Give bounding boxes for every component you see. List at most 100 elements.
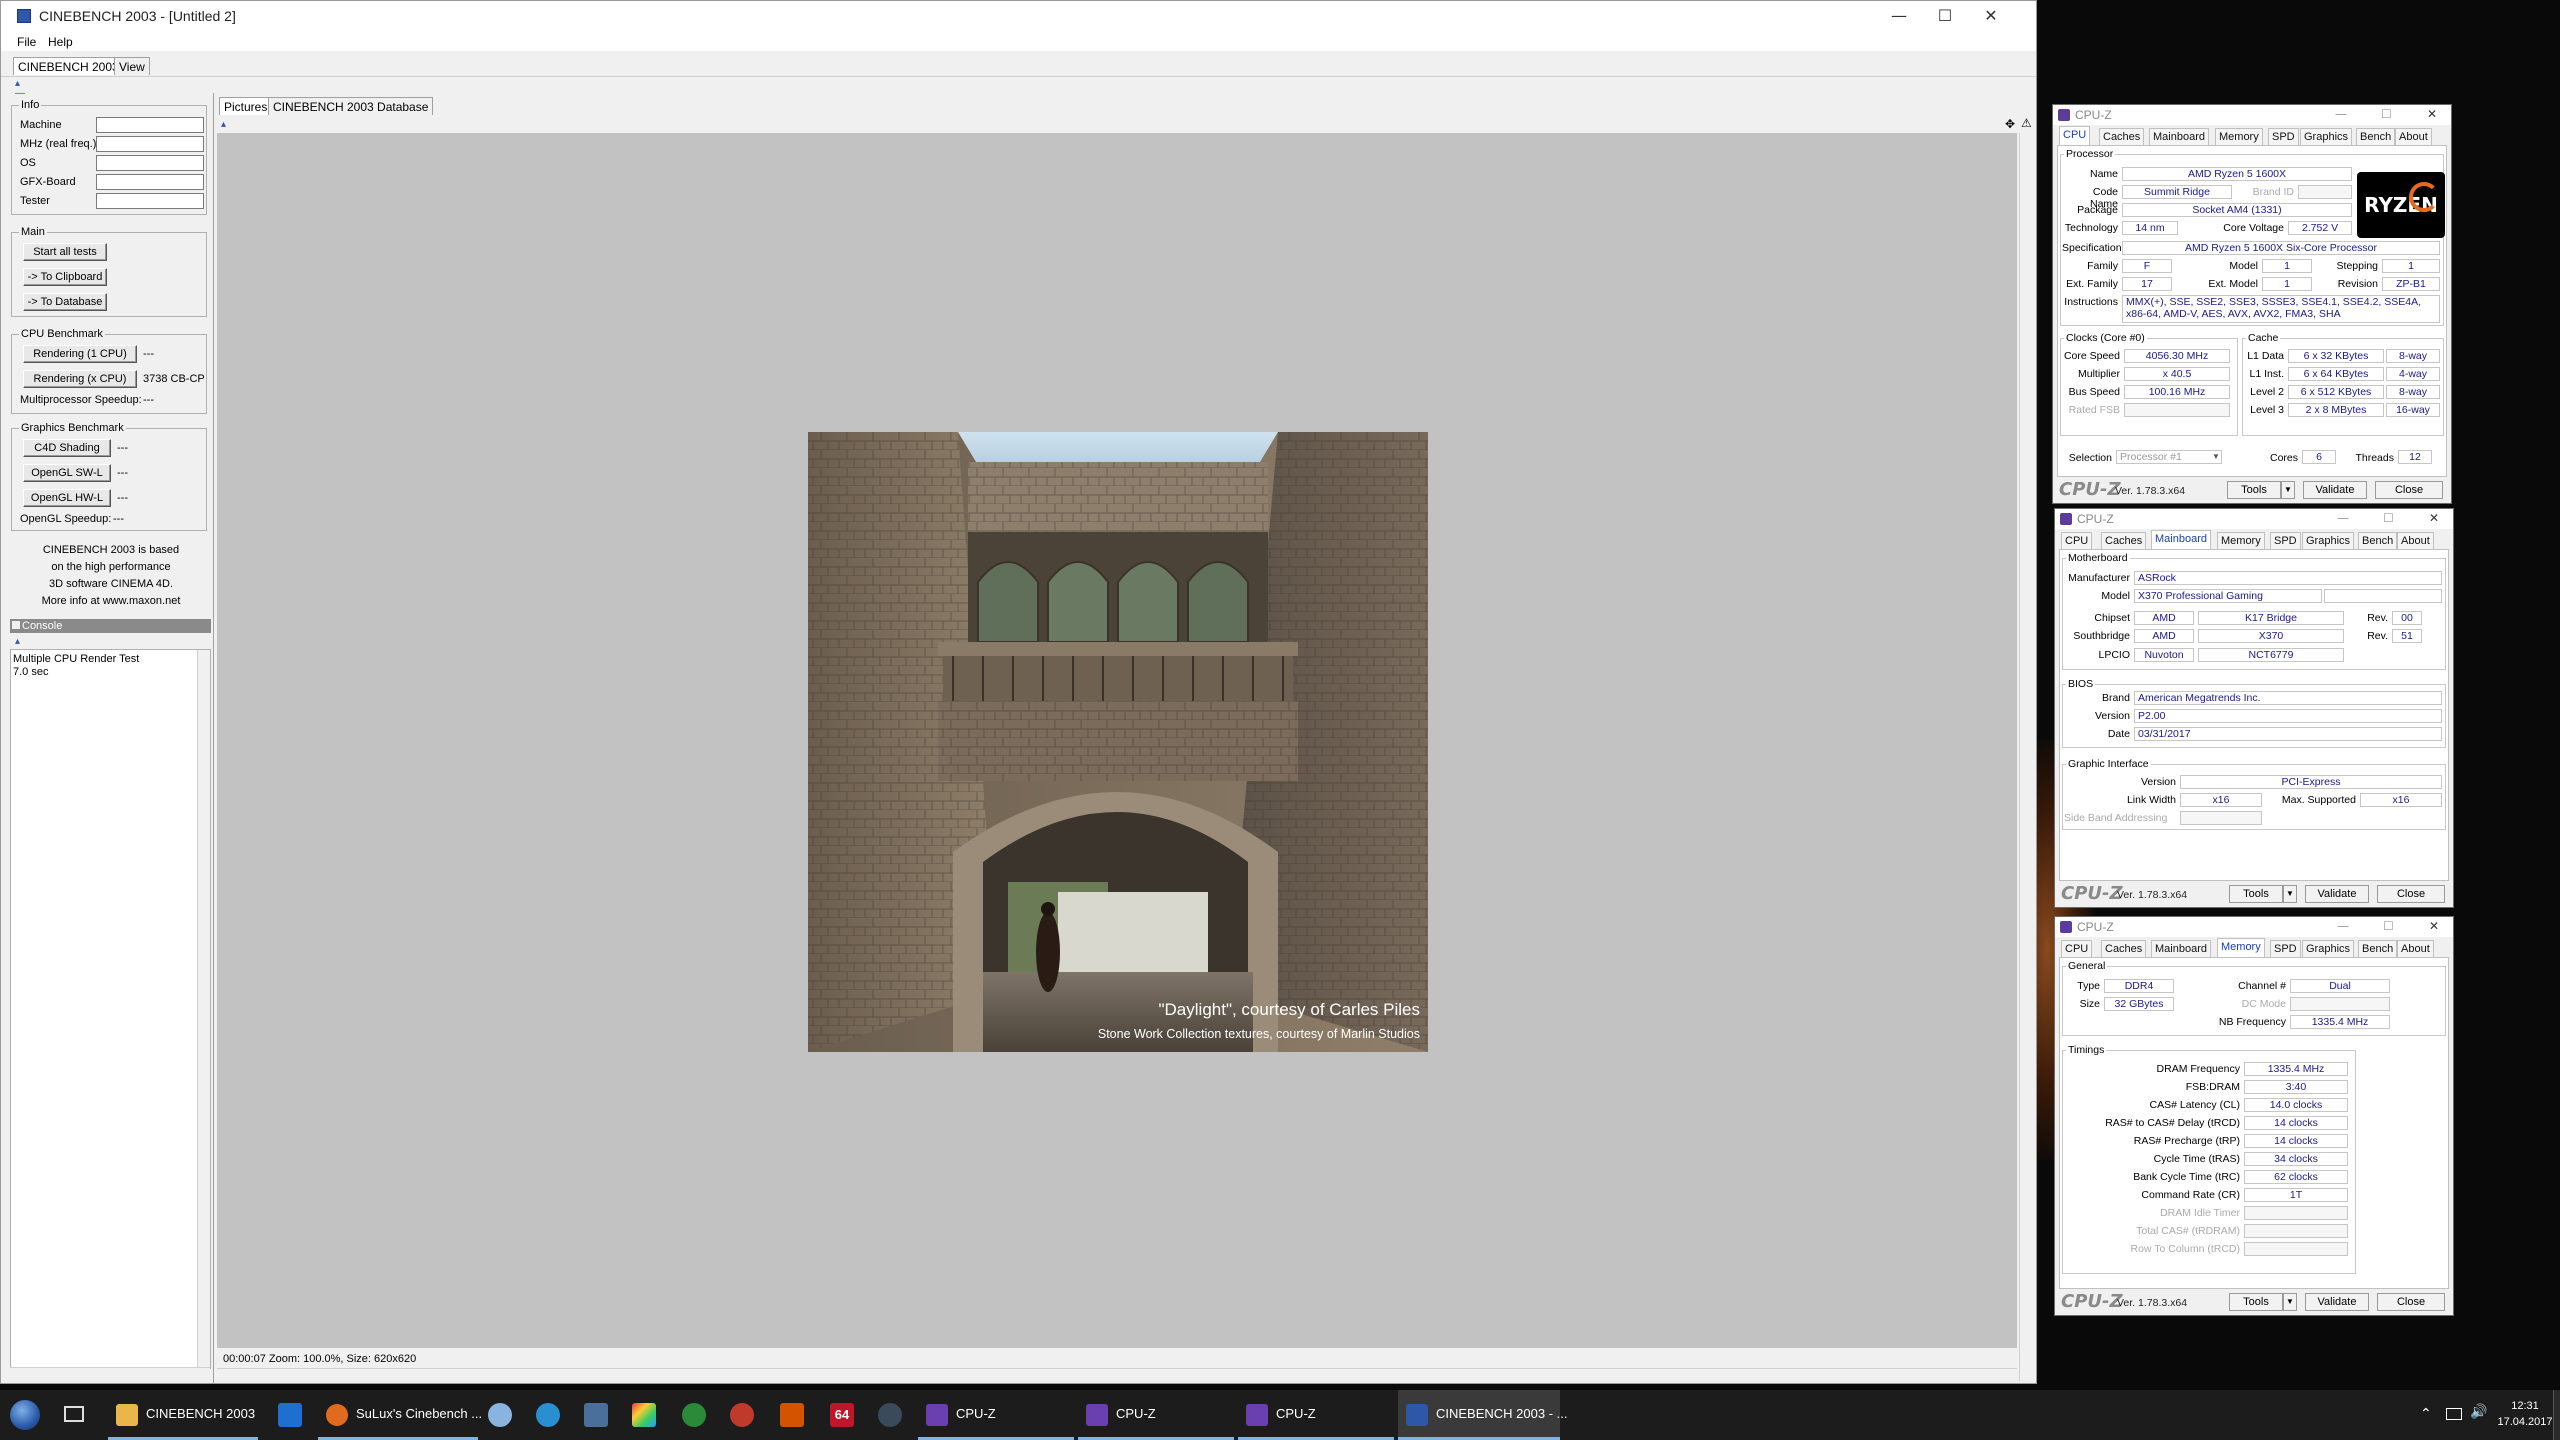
tab-cpu[interactable]: CPU [2059, 126, 2091, 145]
minimize-icon[interactable]: — [1876, 1, 1922, 31]
viewport-hscrollbar[interactable] [217, 1368, 2017, 1382]
close-button[interactable]: Close [2377, 885, 2445, 903]
render-xcpu-button[interactable]: Rendering (x CPU) [23, 370, 137, 388]
minimize-icon[interactable]: — [2335, 107, 2347, 121]
maximize-icon[interactable]: ☐ [2383, 511, 2394, 525]
tab-about[interactable]: About [2395, 128, 2432, 145]
tab-bench[interactable]: Bench [2356, 128, 2396, 145]
taskbar-item-firefox[interactable]: SuLux's Cinebench ... [318, 1390, 482, 1440]
taskbar-item-cpuz-2[interactable]: CPU-Z [1078, 1390, 1234, 1440]
tab-bench[interactable]: Bench [2358, 532, 2398, 549]
steam-icon[interactable] [584, 1403, 608, 1427]
opengl-hwl-button[interactable]: OpenGL HW-L [23, 489, 111, 507]
tab-cinebench[interactable]: CINEBENCH 2003 [13, 57, 124, 75]
opengl-swl-button[interactable]: OpenGL SW-L [23, 464, 111, 482]
taskbar-item-cpuz-3[interactable]: CPU-Z [1238, 1390, 1394, 1440]
minimize-icon[interactable]: — [2337, 919, 2349, 933]
selection-chevron-down-icon[interactable]: ▼ [2212, 452, 2220, 461]
console-titlebar[interactable]: Console [10, 619, 211, 633]
cinebench-titlebar[interactable]: CINEBENCH 2003 - [Untitled 2] — ☐ ✕ [1, 1, 2036, 31]
tab-graphics[interactable]: Graphics [2302, 940, 2355, 957]
os-field[interactable] [96, 155, 204, 171]
tools-chevron-down-icon[interactable]: ▼ [2283, 885, 2297, 903]
network-icon[interactable] [2446, 1408, 2462, 1420]
volume-icon[interactable]: 🔊 [2470, 1404, 2487, 1420]
taskbar-item-cpuz-1[interactable]: CPU-Z [918, 1390, 1074, 1440]
machine-field[interactable] [96, 117, 204, 133]
tools-button[interactable]: Tools [2229, 885, 2283, 903]
close-icon[interactable]: ✕ [2429, 511, 2439, 525]
show-desktop-button[interactable] [2553, 1390, 2560, 1440]
tab-memory[interactable]: Memory [2217, 938, 2265, 957]
close-button[interactable]: Close [2377, 1293, 2445, 1311]
app-icon-4[interactable] [730, 1403, 754, 1427]
taskbar-item-cinebench-active[interactable]: CINEBENCH 2003 - ... [1398, 1390, 1568, 1440]
tab-spd[interactable]: SPD [2270, 532, 2301, 549]
tester-field[interactable] [96, 193, 204, 209]
validate-button[interactable]: Validate [2303, 481, 2367, 499]
c4d-shading-button[interactable]: C4D Shading [23, 439, 111, 457]
console-hscrollbar[interactable] [10, 1367, 210, 1381]
menu-file[interactable]: File [17, 35, 36, 49]
tab-caches[interactable]: Caches [2099, 128, 2145, 145]
menu-help[interactable]: Help [48, 35, 73, 49]
console-output[interactable]: Multiple CPU Render Test 7.0 sec [10, 649, 211, 1369]
tools-button[interactable]: Tools [2227, 481, 2281, 499]
tab-about[interactable]: About [2397, 940, 2434, 957]
tab-mainboard[interactable]: Mainboard [2151, 940, 2211, 957]
console-pin-icon[interactable]: ▴— [15, 637, 27, 657]
tab-about[interactable]: About [2397, 532, 2434, 549]
tab-view[interactable]: View [114, 57, 150, 75]
console-collapse-icon[interactable] [12, 621, 20, 629]
tools-chevron-down-icon[interactable]: ▼ [2283, 1293, 2297, 1311]
tab-memory[interactable]: Memory [2215, 128, 2263, 145]
close-icon[interactable]: ✕ [1968, 1, 2014, 31]
render-1cpu-button[interactable]: Rendering (1 CPU) [23, 345, 137, 363]
close-icon[interactable]: ✕ [2427, 107, 2437, 121]
view-pin-icon[interactable]: ▴— [221, 120, 233, 140]
tab-spd[interactable]: SPD [2268, 128, 2299, 145]
maximize-icon[interactable]: ☐ [2381, 107, 2392, 121]
console-scrollbar[interactable] [197, 650, 210, 1368]
app-icon-3[interactable] [632, 1403, 656, 1427]
xbox-icon[interactable] [682, 1403, 706, 1427]
tools-button[interactable]: Tools [2229, 1293, 2283, 1311]
tab-database[interactable]: CINEBENCH 2003 Database [268, 97, 434, 115]
tab-graphics[interactable]: Graphics [2302, 532, 2355, 549]
gfx-board-field[interactable] [96, 174, 204, 190]
tab-caches[interactable]: Caches [2101, 532, 2147, 549]
to-clipboard-button[interactable]: -> To Clipboard [23, 268, 107, 286]
tab-graphics[interactable]: Graphics [2300, 128, 2353, 145]
tab-cpu[interactable]: CPU [2061, 532, 2093, 549]
splitter[interactable] [213, 93, 214, 1383]
tab-mainboard[interactable]: Mainboard [2151, 530, 2211, 549]
viewport-scrollbar[interactable] [2019, 133, 2033, 1381]
maximize-icon[interactable]: ☐ [1922, 1, 1968, 31]
close-button[interactable]: Close [2375, 481, 2443, 499]
tab-bench[interactable]: Bench [2358, 940, 2398, 957]
cpuz-titlebar[interactable]: CPU-Z — ☐ ✕ [2053, 105, 2451, 125]
validate-button[interactable]: Validate [2305, 885, 2369, 903]
tab-cpu[interactable]: CPU [2061, 940, 2093, 957]
edge-browser-icon[interactable] [278, 1403, 302, 1427]
close-icon[interactable]: ✕ [2429, 919, 2439, 933]
validate-button[interactable]: Validate [2305, 1293, 2369, 1311]
warning-icon[interactable]: ⚠ [2021, 116, 2032, 130]
to-database-button[interactable]: -> To Database [23, 293, 107, 311]
cpuz-titlebar[interactable]: CPU-Z — ☐ ✕ [2055, 917, 2453, 937]
tab-memory[interactable]: Memory [2217, 532, 2265, 549]
pin-icon[interactable]: ▴— [15, 79, 27, 99]
app-icon-2[interactable] [536, 1403, 560, 1427]
maximize-icon[interactable]: ☐ [2383, 919, 2394, 933]
tab-mainboard[interactable]: Mainboard [2149, 128, 2209, 145]
app-icon-6[interactable] [878, 1403, 902, 1427]
taskbar-clock[interactable]: 12:31 17.04.2017 [2495, 1398, 2555, 1430]
mhz-field[interactable] [96, 136, 204, 152]
tray-chevron-up-icon[interactable]: ⌃ [2420, 1406, 2432, 1422]
selection-dropdown[interactable]: Processor #1 [2116, 450, 2222, 464]
start-all-tests-button[interactable]: Start all tests [23, 243, 107, 261]
tab-pictures[interactable]: Pictures [219, 97, 273, 115]
taskbar-item-cinebench-folder[interactable]: CINEBENCH 2003 [108, 1390, 258, 1440]
aida64-icon[interactable]: 64 [830, 1403, 854, 1427]
app-icon-5[interactable] [780, 1403, 804, 1427]
